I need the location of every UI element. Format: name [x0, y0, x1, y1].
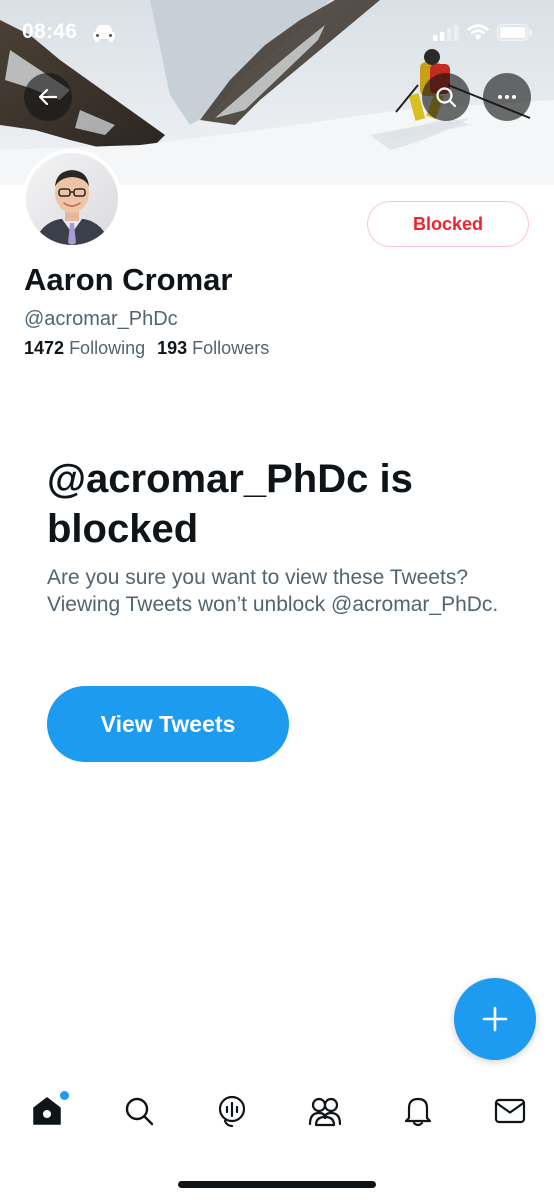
tab-notifications[interactable]: [396, 1089, 440, 1133]
wifi-icon: [466, 24, 490, 40]
back-button[interactable]: [24, 73, 72, 121]
home-indicator: [178, 1181, 376, 1188]
tab-search[interactable]: [117, 1089, 161, 1133]
search-icon: [436, 87, 457, 108]
tab-communities[interactable]: [303, 1089, 347, 1133]
view-tweets-button[interactable]: View Tweets: [47, 686, 289, 762]
plus-icon: [482, 1006, 508, 1032]
tab-home[interactable]: [25, 1089, 69, 1133]
followers-count: 193: [157, 338, 188, 358]
followers-label: Followers: [192, 338, 270, 358]
spaces-icon: [218, 1095, 246, 1128]
avatar-image: [26, 153, 118, 245]
car-icon: [93, 25, 115, 42]
arrow-left-icon: [38, 88, 58, 106]
status-time: 08:46: [22, 20, 78, 43]
bottom-tab-bar: [0, 1075, 554, 1155]
home-unread-dot: [60, 1091, 69, 1100]
profile-display-name: Aaron Cromar: [24, 262, 233, 297]
following-stat[interactable]: 1472 Following: [24, 338, 145, 358]
cellular-signal-icon: [433, 25, 459, 41]
following-count: 1472: [24, 338, 65, 358]
blocked-notice-description: Are you sure you want to view these Twee…: [47, 566, 499, 616]
follow-stats: 1472 Following 193 Followers: [24, 338, 269, 359]
profile-handle: @acromar_PhDc: [24, 308, 178, 330]
more-options-button[interactable]: [483, 73, 531, 121]
compose-tweet-button[interactable]: [454, 978, 536, 1060]
tab-messages[interactable]: [488, 1089, 532, 1133]
avatar[interactable]: [22, 149, 122, 249]
tab-spaces[interactable]: [210, 1089, 254, 1133]
communities-icon: [308, 1097, 342, 1127]
more-horizontal-icon: [498, 95, 516, 99]
blocked-notice-title: @acromar_PhDc is blocked: [47, 457, 413, 551]
following-label: Following: [69, 338, 146, 358]
home-icon: [33, 1097, 61, 1125]
blocked-button[interactable]: Blocked: [367, 201, 529, 247]
battery-icon: [497, 24, 532, 41]
bell-icon: [404, 1097, 432, 1127]
status-bar: 08:46: [0, 0, 554, 64]
search-icon: [125, 1097, 154, 1126]
envelope-icon: [494, 1098, 526, 1124]
search-profile-button[interactable]: [422, 73, 470, 121]
followers-stat[interactable]: 193 Followers: [157, 338, 269, 358]
